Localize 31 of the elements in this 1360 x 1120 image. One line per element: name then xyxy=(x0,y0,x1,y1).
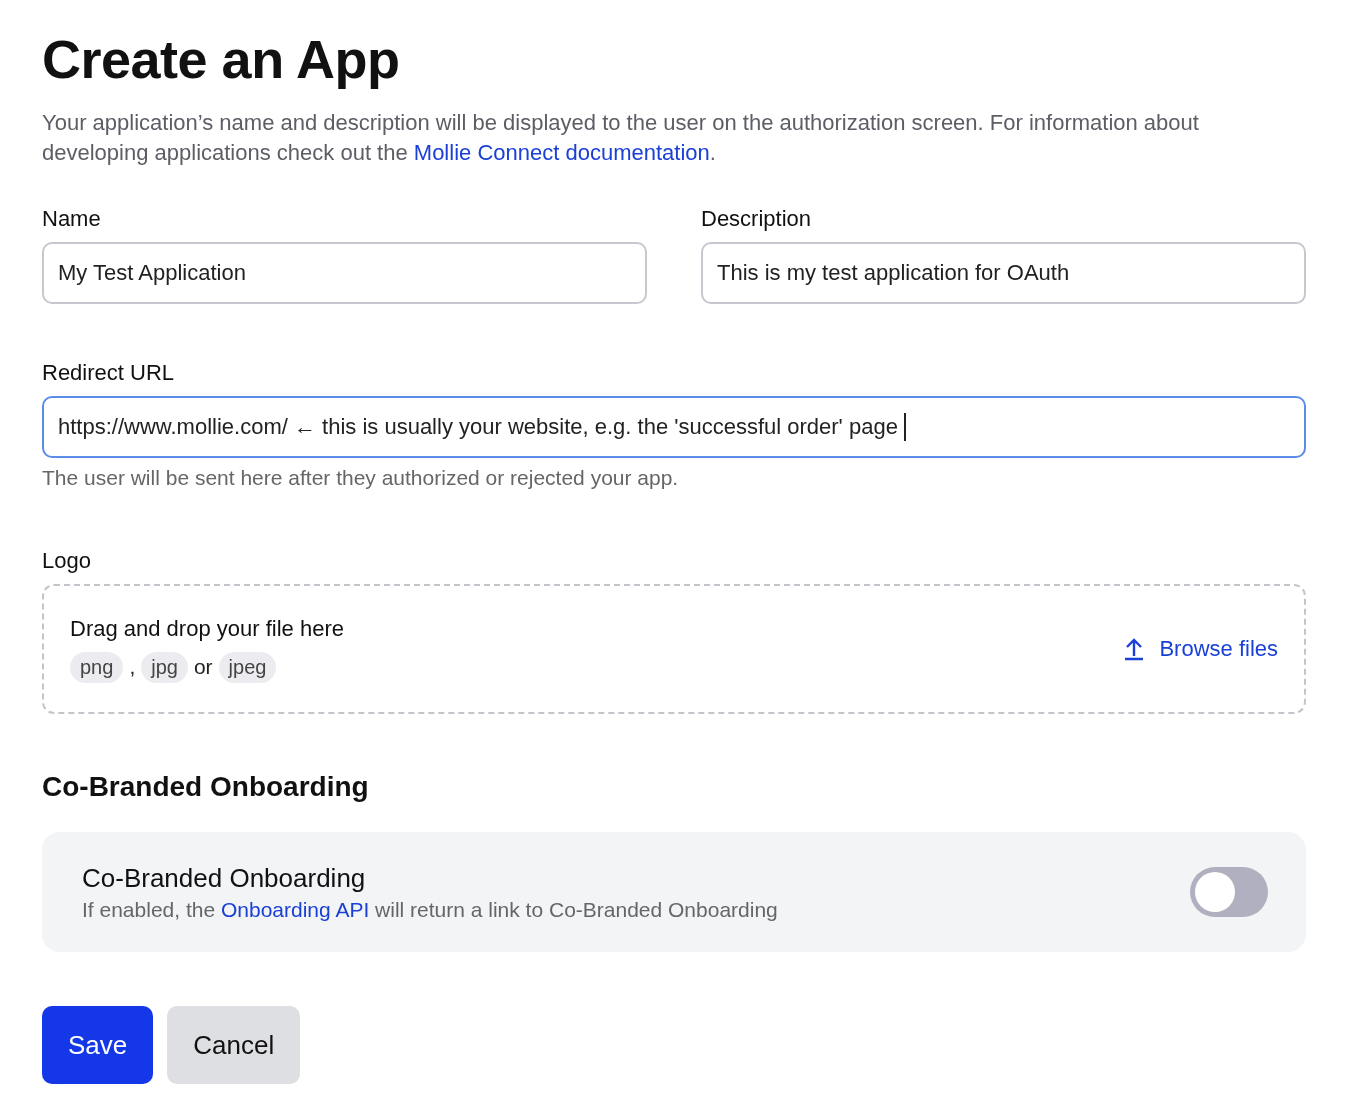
setting-title: Co-Branded Onboarding xyxy=(82,862,367,894)
separator-text: or xyxy=(193,655,213,679)
field-label: Name xyxy=(42,206,102,232)
onboarding-api-link[interactable]: Onboarding API xyxy=(220,897,370,921)
documentation-link[interactable]: Mollie Connect documentation xyxy=(413,140,710,165)
separator-text: , xyxy=(129,655,136,679)
page-title: Create an App xyxy=(42,28,401,91)
cancel-button[interactable]: Cancel xyxy=(167,1006,301,1084)
upload-icon xyxy=(1123,637,1146,661)
help-text: The user will be sent here after they authorized or rejected your app. xyxy=(42,466,680,490)
toggle-switch[interactable] xyxy=(1190,867,1268,917)
format-tag: jpeg xyxy=(218,651,277,683)
field-value: This is my test application for OAuth xyxy=(717,260,1070,286)
format-tag: png xyxy=(70,651,124,683)
text-field[interactable]: My Test Application xyxy=(42,242,647,304)
field-label: Description xyxy=(701,206,813,232)
file-drop-zone[interactable]: Drag and drop your file here png , jpg or jpeg Browse files xyxy=(42,584,1306,714)
save-button[interactable]: Save xyxy=(42,1006,154,1084)
drop-text: Drag and drop your file here xyxy=(70,615,344,642)
section-title: Co-Branded Onboarding xyxy=(42,770,370,804)
browse-files-link[interactable]: Browse files xyxy=(1123,636,1278,662)
intro-paragraph: Your application’s name and description will be displayed to the user on the authorization screen. For information about developing applications check out the Mollie Connect documentation. xyxy=(42,109,1200,167)
setting-description: If enabled, the Onboarding API will return a link to Co-Branded Onboarding xyxy=(82,897,778,922)
url-field[interactable]: https://www.mollie.com/ ← this is usually your website, e.g. the 'successful order' page xyxy=(42,396,1306,458)
field-value: https://www.mollie.com/ ← this is usually your website, e.g. the 'successful order' page xyxy=(58,414,898,440)
field-label: Redirect URL xyxy=(42,360,176,386)
text-field[interactable]: This is my test application for OAuth xyxy=(701,242,1306,304)
field-label: Logo xyxy=(42,548,92,574)
field-value: My Test Application xyxy=(58,260,246,286)
format-tag: jpg xyxy=(141,651,188,683)
text-cursor xyxy=(903,413,906,441)
